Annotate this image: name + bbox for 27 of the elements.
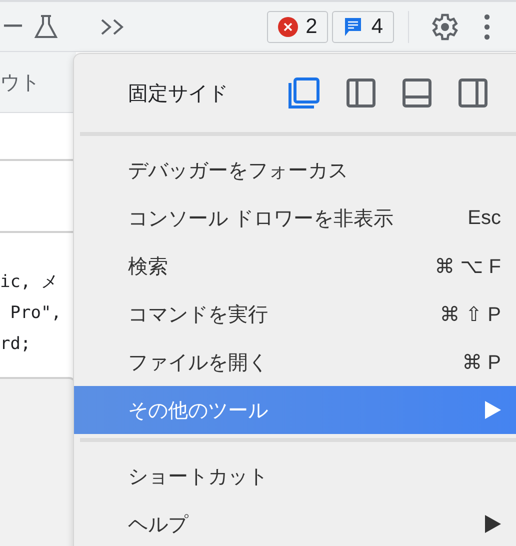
submenu-arrow-icon	[485, 401, 501, 419]
undock-icon[interactable]	[288, 77, 320, 109]
code-line: Pro",	[9, 302, 62, 325]
error-counter[interactable]: 2	[266, 10, 328, 42]
message-count: 4	[371, 14, 383, 38]
menu-item[interactable]: コマンドを実行 ⌘ ⇧ P	[74, 290, 516, 338]
menu-item[interactable]: ファイルを開く ⌘ P	[74, 338, 516, 386]
code-line: ic, メ	[0, 271, 59, 294]
dock-left-icon[interactable]	[346, 78, 376, 108]
submenu-arrow-icon	[485, 515, 501, 533]
more-tabs-icon[interactable]	[100, 18, 126, 36]
code-line: rd;	[0, 333, 32, 356]
menu-icon[interactable]	[483, 12, 491, 40]
error-icon	[278, 16, 298, 36]
dock-bottom-icon[interactable]	[402, 78, 432, 108]
menu-item[interactable]: コンソール ドロワーを非表示 Esc	[74, 194, 516, 242]
menu-item[interactable]: デバッガーをフォーカス	[74, 146, 516, 194]
flask-icon[interactable]	[34, 14, 58, 40]
menu-item[interactable]: ショートカット	[74, 452, 516, 500]
menu-item[interactable]: ヘルプ	[74, 500, 516, 546]
tab-label[interactable]: ー	[2, 12, 24, 42]
message-icon	[343, 16, 364, 38]
dock-right-icon[interactable]	[458, 78, 488, 108]
message-counter[interactable]: 4	[332, 10, 394, 42]
error-count: 2	[306, 14, 318, 38]
menu-item[interactable]: 検索 ⌘ ⌥ F	[74, 242, 516, 290]
menu-label: 固定サイド	[128, 82, 229, 106]
